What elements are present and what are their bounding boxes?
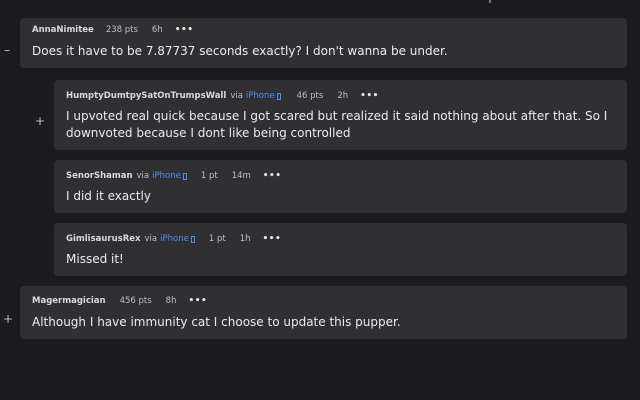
phone-icon xyxy=(190,235,195,243)
more-options-icon[interactable]: ••• xyxy=(360,91,379,101)
comment-author[interactable]: GimlisaurusRex xyxy=(66,234,141,244)
comment-points: 46 pts xyxy=(296,91,324,101)
comment-text: I upvoted real quick because I got scare… xyxy=(66,109,608,140)
comment-text: Does it have to be 7.87737 seconds exact… xyxy=(32,44,448,58)
comment-author[interactable]: Magermagician xyxy=(32,296,106,306)
comment-age: 2h xyxy=(337,91,349,101)
comment-points: 238 pts xyxy=(105,25,138,35)
comment-header: HumptyDumtpySatOnTrumpsWall via iPhone 4… xyxy=(66,91,379,101)
more-options-icon[interactable]: ••• xyxy=(175,25,194,35)
comment-author[interactable]: HumptyDumtpySatOnTrumpsWall xyxy=(66,91,226,101)
comment-text: Missed it! xyxy=(66,252,124,266)
comment-header: Magermagician 456 pts 8h ••• xyxy=(32,296,207,306)
collapse-toggle[interactable]: – xyxy=(4,44,10,56)
comment-text: I did it exactly xyxy=(66,189,151,203)
phone-icon xyxy=(182,172,187,180)
device-link[interactable]: iPhone xyxy=(246,91,275,101)
comment-card: HumptyDumtpySatOnTrumpsWall via iPhone 4… xyxy=(54,80,627,150)
comment-header: SenorShaman via iPhone 1 pt 14m ••• xyxy=(66,171,282,181)
device-link[interactable]: iPhone xyxy=(160,234,189,244)
via-label: via xyxy=(144,234,158,244)
comment-author[interactable]: AnnaNimitee xyxy=(32,25,94,35)
comment-points: 456 pts xyxy=(119,296,152,306)
comment-points: 1 pt xyxy=(200,171,218,181)
comment-header: GimlisaurusRex via iPhone 1 pt 1h ••• xyxy=(66,234,281,244)
device-link[interactable]: iPhone xyxy=(152,171,181,181)
comment-age: 6h xyxy=(151,25,163,35)
comment-header: AnnaNimitee 238 pts 6h ••• xyxy=(32,25,193,35)
comment-card: AnnaNimitee 238 pts 6h ••• Does it have … xyxy=(20,18,627,68)
comment-card: GimlisaurusRex via iPhone 1 pt 1h ••• Mi… xyxy=(54,223,627,276)
expand-toggle[interactable]: + xyxy=(3,313,13,325)
phone-icon xyxy=(276,92,281,100)
comment-age: 8h xyxy=(165,296,177,306)
comment-points: 1 pt xyxy=(208,234,226,244)
comment-text: Although I have immunity cat I choose to… xyxy=(32,315,401,329)
top-edge-marker xyxy=(489,0,491,3)
more-options-icon[interactable]: ••• xyxy=(188,296,207,306)
via-label: via xyxy=(136,171,150,181)
comment-age: 1h xyxy=(239,234,251,244)
comment-card: Magermagician 456 pts 8h ••• Although I … xyxy=(20,286,627,339)
comment-card: SenorShaman via iPhone 1 pt 14m ••• I di… xyxy=(54,160,627,213)
comment-age: 14m xyxy=(231,171,251,181)
more-options-icon[interactable]: ••• xyxy=(262,234,281,244)
expand-toggle[interactable]: + xyxy=(35,115,45,127)
comment-author[interactable]: SenorShaman xyxy=(66,171,133,181)
more-options-icon[interactable]: ••• xyxy=(263,171,282,181)
via-label: via xyxy=(230,91,243,101)
